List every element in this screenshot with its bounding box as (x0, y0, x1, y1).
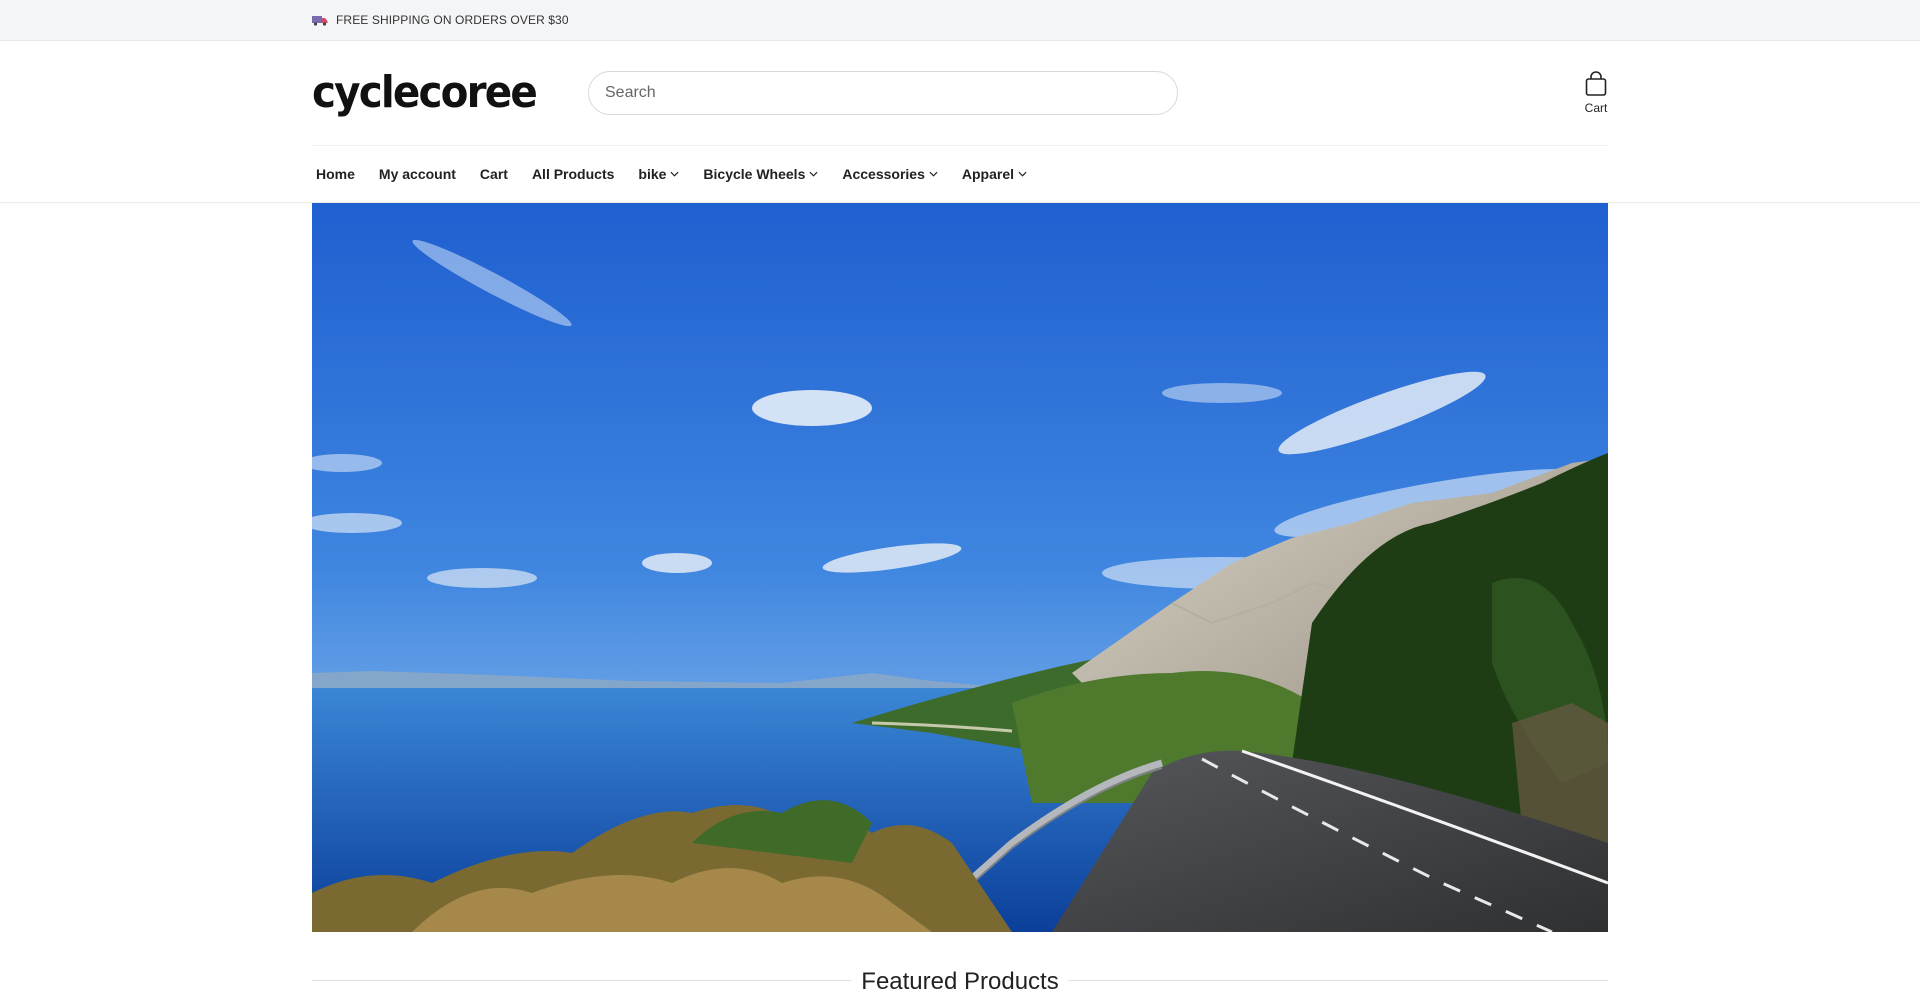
nav-item-bike[interactable]: bike (634, 166, 683, 182)
nav-item-home[interactable]: Home (312, 166, 359, 182)
chevron-down-icon (929, 171, 938, 177)
cart-label: Cart (1584, 101, 1608, 115)
nav-item-bicycle-wheels[interactable]: Bicycle Wheels (699, 166, 822, 182)
announcement-bar: FREE SHIPPING ON ORDERS OVER $30 (0, 0, 1920, 41)
featured-products-section: Featured Products (312, 932, 1608, 996)
search-input[interactable] (588, 71, 1178, 115)
site-header: cyclecoree Cart Home My account Cart All… (0, 41, 1920, 202)
chevron-down-icon (1018, 171, 1027, 177)
nav-item-accessories[interactable]: Accessories (838, 166, 942, 182)
coastal-road-landscape (312, 203, 1608, 932)
nav-item-my-account[interactable]: My account (375, 166, 460, 182)
chevron-down-icon (670, 171, 679, 177)
nav-item-all-products[interactable]: All Products (528, 166, 618, 182)
site-logo[interactable]: cyclecoree (312, 71, 566, 115)
shopping-bag-icon (1585, 71, 1607, 96)
truck-icon (312, 16, 328, 26)
chevron-down-icon (809, 171, 818, 177)
main-navigation: Home My account Cart All Products bike B… (0, 146, 1920, 202)
shipping-banner-text: FREE SHIPPING ON ORDERS OVER $30 (336, 13, 569, 27)
nav-item-cart[interactable]: Cart (476, 166, 512, 182)
nav-item-apparel[interactable]: Apparel (958, 166, 1031, 182)
hero-banner-image[interactable] (312, 203, 1608, 932)
featured-products-title: Featured Products (851, 968, 1069, 996)
cart-button[interactable]: Cart (1584, 71, 1608, 115)
